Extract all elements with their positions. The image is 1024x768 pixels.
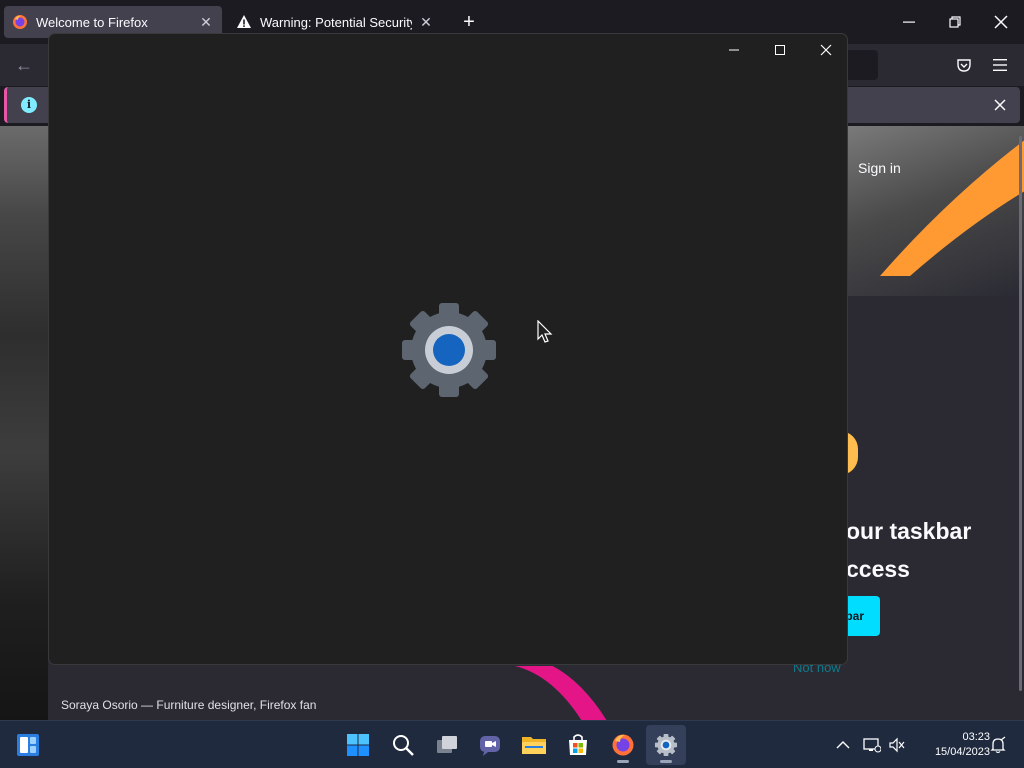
warning-icon	[236, 14, 252, 30]
restore-button[interactable]	[932, 0, 978, 44]
settings-taskbar-icon[interactable]	[646, 725, 686, 765]
minimize-icon	[903, 21, 915, 23]
volume-muted-icon[interactable]	[887, 735, 907, 755]
task-view-icon[interactable]	[427, 725, 467, 765]
minimize-button[interactable]	[886, 0, 932, 44]
settings-minimize-button[interactable]	[711, 34, 757, 66]
restore-icon	[949, 16, 961, 28]
settings-maximize-button[interactable]	[757, 34, 803, 66]
start-icon[interactable]	[338, 725, 378, 765]
clock-time: 03:23	[962, 731, 990, 743]
settings-close-button[interactable]	[803, 34, 849, 66]
clock-date: 15/04/2023	[934, 746, 990, 758]
firefox-icon	[12, 14, 28, 30]
settings-window	[48, 33, 848, 665]
windows-taskbar: 03:23 15/04/2023	[0, 720, 1024, 768]
decorative-swoosh	[880, 140, 1024, 276]
minimize-icon	[729, 49, 739, 51]
notification-close-button[interactable]	[990, 95, 1010, 115]
hero-heading-line2: ccess	[846, 556, 910, 582]
menu-icon[interactable]	[989, 54, 1011, 76]
back-button[interactable]: ←	[12, 54, 36, 76]
firefox-taskbar-icon[interactable]	[603, 725, 643, 765]
close-tab-icon[interactable]: ✕	[418, 14, 434, 30]
store-icon[interactable]	[558, 725, 598, 765]
tab-title: Welcome to Firefox	[36, 14, 148, 30]
search-icon[interactable]	[383, 725, 423, 765]
file-explorer-icon[interactable]	[514, 725, 554, 765]
scrollbar[interactable]	[1019, 136, 1022, 691]
widgets-icon[interactable]	[8, 725, 48, 765]
mouse-cursor-icon	[537, 320, 553, 343]
tab-title: Warning: Potential Security Risk Ahead	[260, 14, 412, 30]
network-icon[interactable]	[862, 735, 882, 755]
running-indicator	[617, 760, 629, 763]
hero-heading-line1: our taskbar	[846, 518, 972, 544]
chevron-up-icon[interactable]	[833, 735, 853, 755]
decorative-ribbon	[515, 666, 607, 720]
system-clock[interactable]: 03:23 15/04/2023	[912, 730, 990, 760]
close-icon	[994, 15, 1008, 29]
close-icon	[994, 99, 1006, 111]
chat-icon[interactable]	[470, 725, 510, 765]
close-tab-icon[interactable]: ✕	[198, 14, 214, 30]
settings-gear-icon	[402, 303, 496, 397]
pocket-icon[interactable]	[953, 54, 975, 76]
photo-caption: Soraya Osorio — Furniture designer, Fire…	[61, 698, 317, 712]
running-indicator	[660, 760, 672, 763]
maximize-icon	[775, 45, 785, 55]
info-icon: i	[21, 97, 37, 113]
close-button[interactable]	[978, 0, 1024, 44]
desktop: Welcome to Firefox ✕ Warning: Potential …	[0, 0, 1024, 768]
hero-photo	[0, 126, 48, 720]
new-tab-button[interactable]: +	[458, 11, 480, 33]
sign-in-link[interactable]: Sign in	[858, 160, 901, 176]
notification-bell-icon[interactable]	[988, 735, 1008, 755]
close-icon	[820, 44, 832, 56]
